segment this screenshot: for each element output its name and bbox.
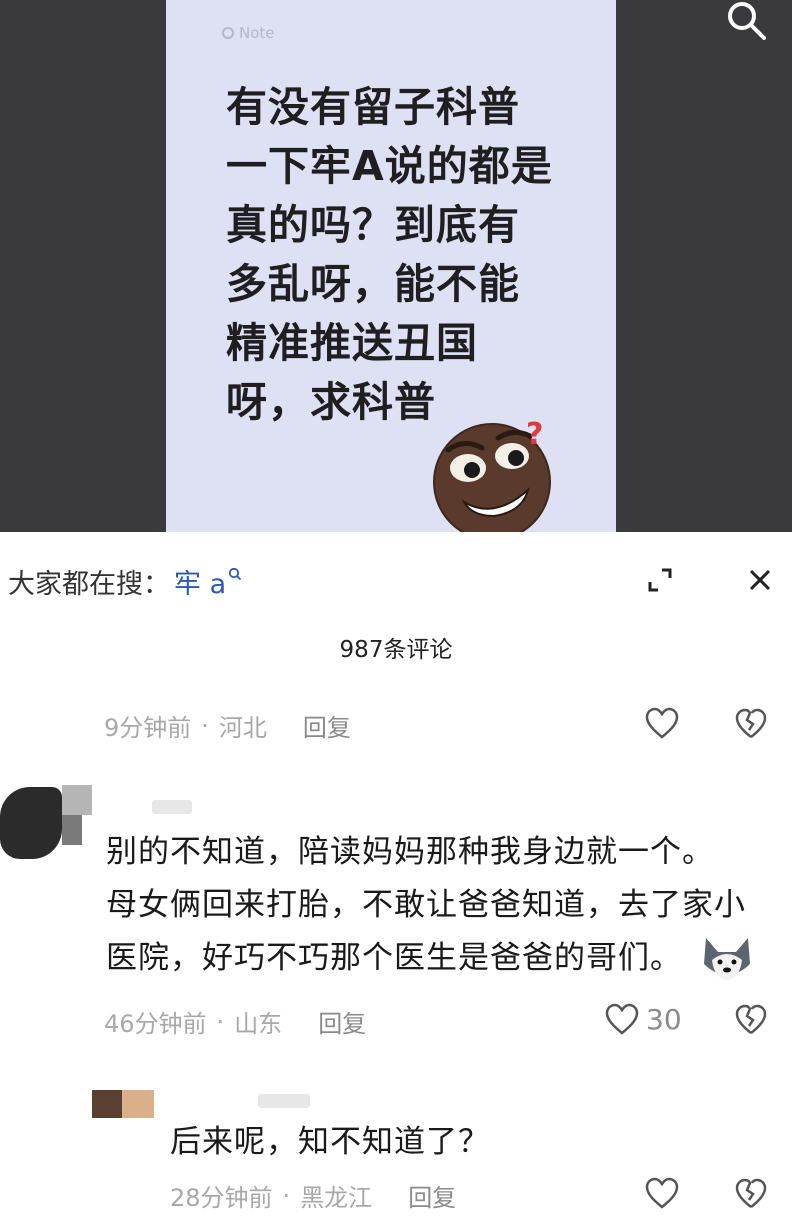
husky-emoji-icon	[704, 938, 750, 980]
reply-button[interactable]: 回复	[303, 708, 351, 743]
heart-icon	[645, 1177, 679, 1209]
search-small-icon	[229, 567, 242, 580]
reply-button[interactable]: 回复	[408, 1178, 456, 1213]
avatar[interactable]	[92, 1090, 154, 1118]
comment-text: 别的不知道，陪读妈妈那种我身边就一个。 母女俩回来打胎，不敢让爸爸知道，去了家小…	[106, 834, 746, 976]
username[interactable]	[152, 800, 192, 814]
svg-text:?: ?	[526, 420, 543, 452]
reply-button[interactable]: 回复	[318, 1004, 366, 1039]
comment-count: 987条评论	[339, 637, 453, 663]
expand-icon[interactable]	[644, 564, 676, 596]
like-count: 30	[646, 1002, 682, 1036]
like-button[interactable]: 30	[604, 1002, 682, 1036]
like-button[interactable]	[644, 1176, 680, 1210]
hot-search-bar[interactable]: 大家都在搜： 牢 a	[8, 562, 242, 601]
like-button[interactable]	[644, 706, 680, 740]
hot-search-prefix: 大家都在搜：	[8, 569, 170, 600]
heart-icon	[605, 1003, 639, 1035]
comment-meta: 9分钟前 · 河北 回复	[104, 708, 351, 743]
hot-search-term[interactable]: 牢 a	[174, 562, 226, 601]
comment-meta: 46分钟前 · 山东 回复	[104, 1004, 366, 1039]
comment-text: 后来呢，知不知道了？	[170, 1124, 490, 1160]
confused-face-emoji: ?	[433, 420, 551, 532]
search-icon[interactable]	[720, 0, 772, 46]
broken-heart-icon[interactable]	[734, 708, 768, 740]
note-circle-icon	[222, 27, 234, 39]
close-icon[interactable]	[744, 564, 776, 596]
username[interactable]	[258, 1094, 310, 1108]
note-label: Note	[222, 24, 275, 42]
post-image-area[interactable]: Note 有没有留子科普 一下牢A说的都是 真的吗？到底有 多乱呀，能不能 精准…	[0, 0, 792, 532]
heart-icon	[645, 707, 679, 739]
avatar[interactable]	[0, 785, 94, 861]
comment-meta: 28分钟前 · 黑龙江 回复	[170, 1178, 456, 1213]
note-text: 有没有留子科普 一下牢A说的都是 真的吗？到底有 多乱呀，能不能 精准推送丑国 …	[226, 83, 553, 426]
broken-heart-icon[interactable]	[734, 1004, 768, 1036]
broken-heart-icon[interactable]	[734, 1178, 768, 1210]
